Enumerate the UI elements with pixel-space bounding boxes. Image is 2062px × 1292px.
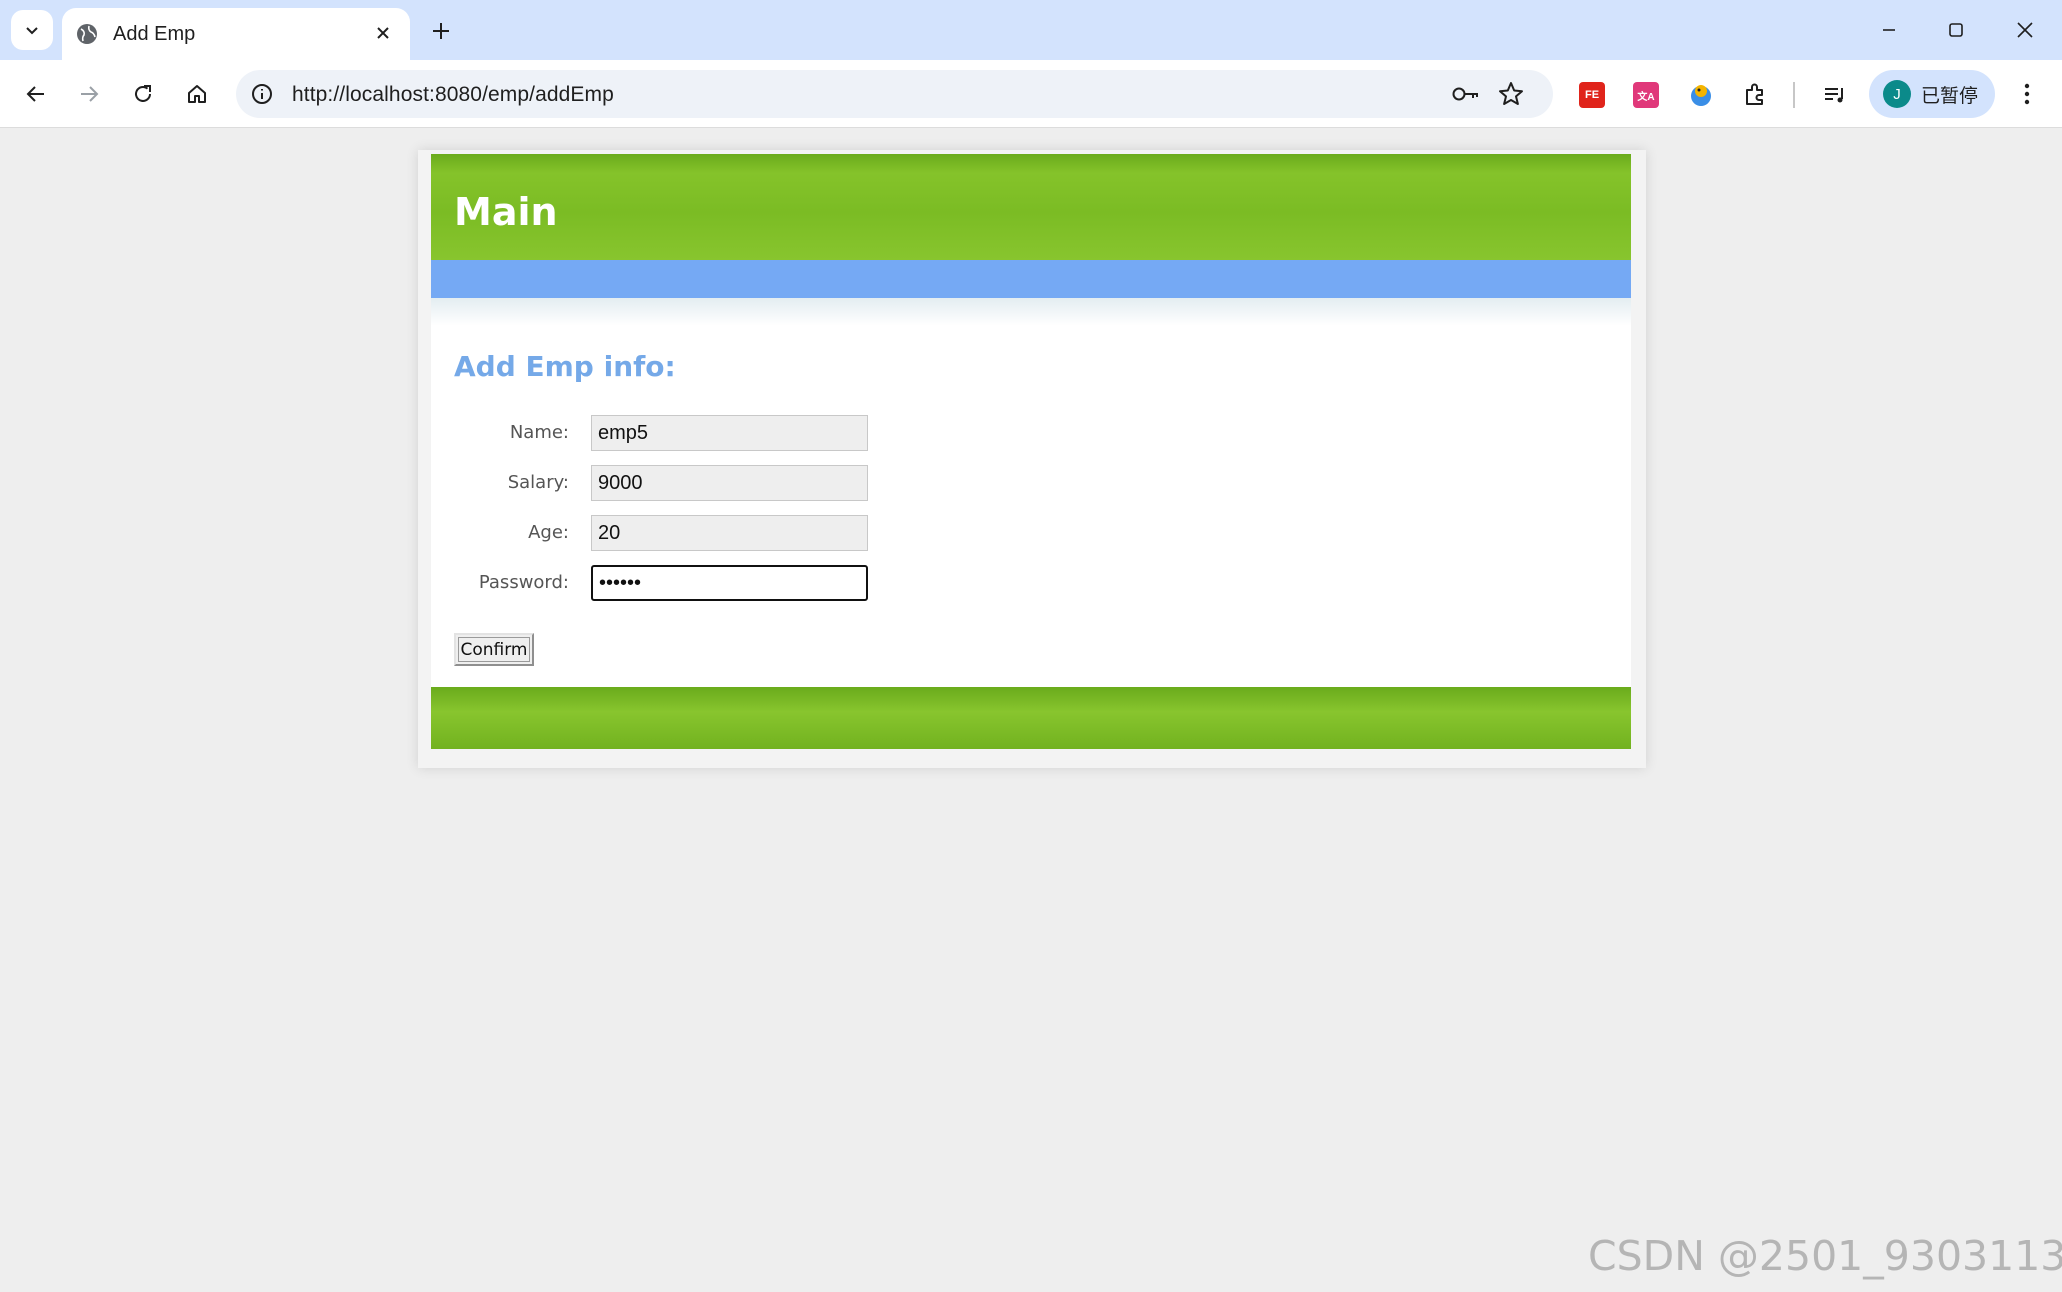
name-input[interactable] (591, 415, 868, 451)
minimize-button[interactable] (1866, 10, 1912, 50)
watermark: CSDN @2501_93031130 (1588, 1232, 2062, 1280)
home-button[interactable] (177, 74, 217, 114)
reload-icon (135, 85, 151, 102)
arrow-right-icon (81, 86, 99, 102)
plus-icon (433, 23, 449, 39)
puzzle-icon (1746, 83, 1763, 105)
content-divider (431, 298, 1631, 326)
salary-input[interactable] (591, 465, 868, 501)
url-text[interactable]: http://localhost:8080/emp/addEmp (292, 83, 614, 107)
address-bar[interactable]: http://localhost:8080/emp/addEmp (236, 70, 1553, 118)
more-vert-icon (2024, 83, 2030, 105)
home-icon (188, 85, 206, 103)
page-wrapper: Main Add Emp info: Name: Salary: Age: Pa… (418, 150, 1646, 768)
password-input[interactable] (591, 565, 868, 601)
chevron-down-icon (26, 27, 38, 35)
page-footer (431, 687, 1631, 749)
confirm-button-label: Confirm (458, 637, 530, 662)
active-tab[interactable]: Add Emp (62, 8, 410, 60)
salary-label: Salary: (507, 472, 569, 493)
browser-toolbar: http://localhost:8080/emp/addEmp FE 文A J… (0, 60, 2062, 128)
page-header: Main (431, 154, 1631, 260)
playlist-icon (1825, 88, 1843, 103)
confirm-button[interactable]: Confirm (454, 633, 534, 666)
bird-extension-icon[interactable] (1688, 82, 1714, 108)
new-tab-button[interactable] (426, 16, 456, 46)
arrow-left-icon (26, 86, 44, 102)
media-controls-button[interactable] (1822, 82, 1848, 108)
back-button[interactable] (16, 74, 56, 114)
tab-search-button[interactable] (11, 10, 53, 50)
tab-close-button[interactable] (370, 20, 396, 46)
fe-helper-extension-icon[interactable]: FE (1579, 82, 1605, 108)
maximize-button[interactable] (1933, 10, 1979, 50)
globe-icon (77, 24, 97, 44)
translate-extension-icon[interactable]: 文A (1633, 82, 1659, 108)
star-icon[interactable] (1498, 81, 1524, 107)
age-input[interactable] (591, 515, 868, 551)
nav-bar (431, 260, 1631, 298)
forward-button[interactable] (69, 74, 109, 114)
name-label: Name: (509, 422, 569, 443)
main-content: Add Emp info: Name: Salary: Age: Passwor… (431, 298, 1631, 687)
profile-status: 已暂停 (1921, 84, 1979, 107)
bird-icon (1691, 85, 1711, 106)
form-title: Add Emp info: (454, 350, 676, 383)
age-label: Age: (528, 522, 569, 543)
info-icon[interactable] (250, 82, 274, 106)
extensions-button[interactable] (1742, 82, 1768, 108)
minimize-icon (1883, 29, 1895, 31)
browser-menu-button[interactable] (2012, 74, 2042, 114)
tab-title: Add Emp (113, 22, 196, 45)
maximize-icon (1949, 23, 1963, 37)
password-label: Password: (478, 572, 569, 593)
header-title: Main (454, 190, 558, 234)
key-icon[interactable] (1451, 82, 1481, 106)
reload-button[interactable] (123, 74, 163, 114)
toolbar-separator (1793, 82, 1795, 108)
avatar: J (1883, 80, 1911, 108)
tab-strip: Add Emp (0, 0, 2062, 60)
profile-button[interactable]: J 已暂停 (1869, 70, 1995, 118)
close-icon (377, 27, 389, 39)
close-window-button[interactable] (2002, 10, 2048, 50)
close-icon (2017, 22, 2033, 38)
